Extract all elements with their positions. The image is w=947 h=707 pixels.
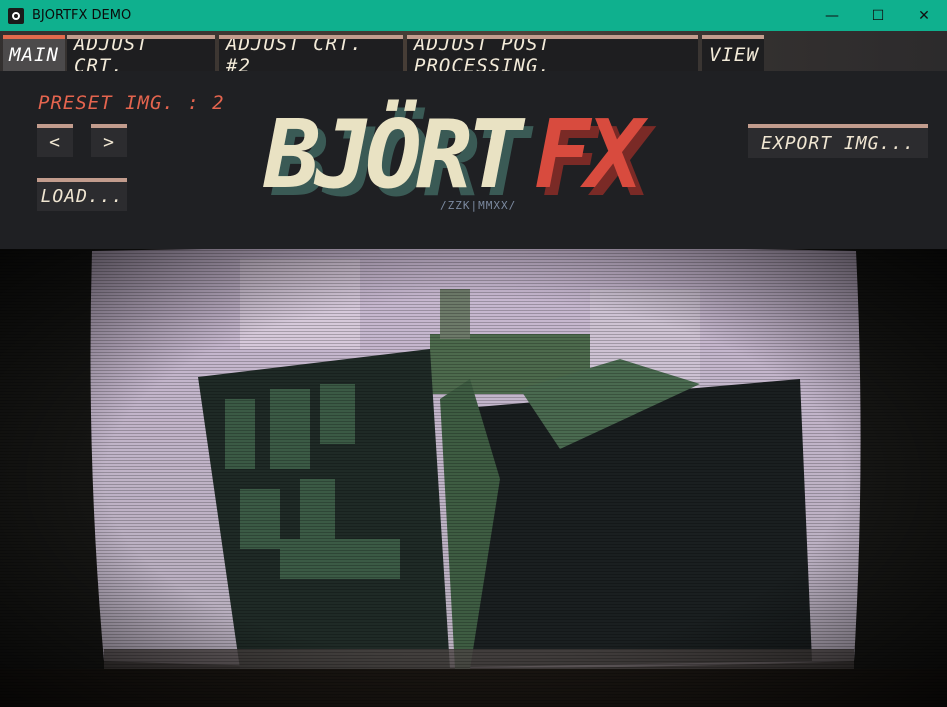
close-button[interactable]: ✕ — [901, 0, 947, 31]
tab-adjust-crt-2[interactable]: ADJUST CRT. #2 — [219, 33, 403, 77]
prev-preset-button[interactable]: < — [37, 124, 73, 157]
logo-tagline: /ZZK|MMXX/ — [440, 199, 516, 212]
maximize-button[interactable]: ☐ — [855, 0, 901, 31]
tab-adjust-post-processing[interactable]: ADJUST POST PROCESSING. — [407, 33, 698, 77]
minimize-button[interactable]: — — [809, 0, 855, 31]
window-title: BJORTFX DEMO — [32, 8, 132, 23]
menu-bar: MAIN ADJUST CRT. ADJUST CRT. #2 ADJUST P… — [0, 31, 947, 77]
image-viewport — [0, 249, 947, 707]
logo-text-fx: FX — [534, 101, 649, 210]
crt-preview-image — [0, 249, 947, 707]
preset-label: PRESET IMG. : 2 — [38, 92, 225, 114]
next-preset-button[interactable]: > — [91, 124, 127, 157]
load-button[interactable]: LOAD... — [37, 178, 127, 211]
app-icon — [8, 7, 24, 24]
tab-view[interactable]: VIEW — [702, 35, 764, 71]
export-image-button[interactable]: EXPORT IMG... — [748, 124, 928, 158]
bjortfx-logo: BJÖRT FX BJÖRT FX /ZZK|MMXX/ — [263, 99, 661, 217]
window-controls: — ☐ ✕ — [809, 0, 947, 31]
title-bar: BJORTFX DEMO — ☐ ✕ — [0, 0, 947, 31]
logo-text-bjort: BJÖRT — [263, 99, 526, 210]
tab-main[interactable]: MAIN — [3, 35, 65, 71]
tab-adjust-crt[interactable]: ADJUST CRT. — [67, 33, 215, 77]
